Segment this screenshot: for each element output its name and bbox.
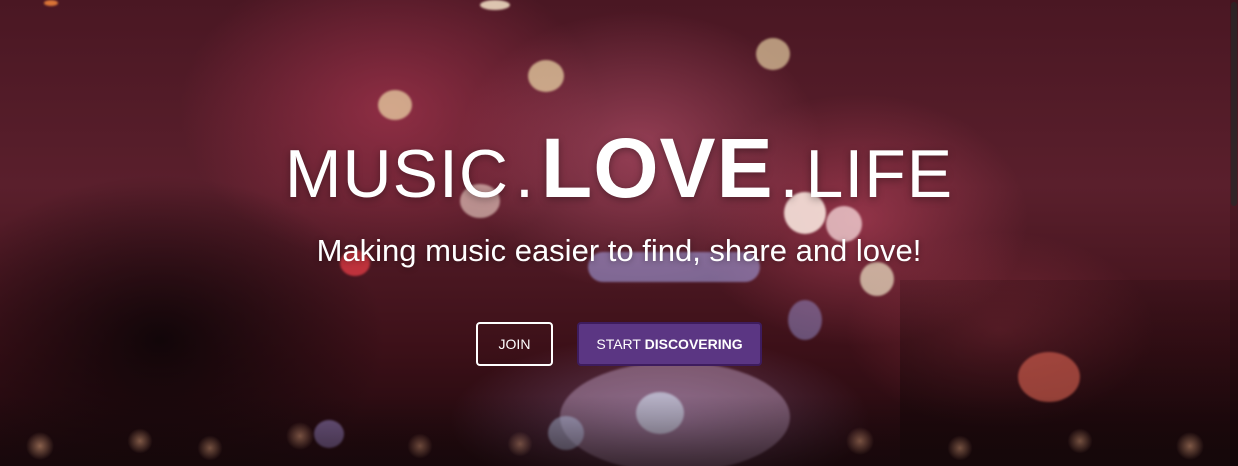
headline-separator: . (514, 136, 535, 212)
start-button-prefix: START (596, 336, 641, 352)
page-scrollbar[interactable] (1230, 0, 1238, 466)
start-button-emphasis: DISCOVERING (644, 336, 743, 352)
hero-section: MUSIC.LOVE.LIFE Making music easier to f… (0, 0, 1238, 466)
scrollbar-thumb[interactable] (1231, 2, 1237, 206)
hero-buttons: JOIN START DISCOVERING (0, 322, 1238, 366)
start-discovering-button[interactable]: START DISCOVERING (577, 322, 762, 366)
headline-word-love: LOVE (540, 121, 774, 215)
join-button-label: JOIN (498, 336, 531, 352)
join-button[interactable]: JOIN (476, 322, 553, 366)
headline-word-life: LIFE (805, 136, 954, 212)
hero-tagline: Making music easier to find, share and l… (316, 233, 922, 268)
headline-word-music: MUSIC (284, 136, 509, 212)
hero-content: MUSIC.LOVE.LIFE Making music easier to f… (0, 0, 1238, 466)
hero-headline: MUSIC.LOVE.LIFE (0, 118, 1238, 224)
headline-separator: . (779, 136, 800, 212)
